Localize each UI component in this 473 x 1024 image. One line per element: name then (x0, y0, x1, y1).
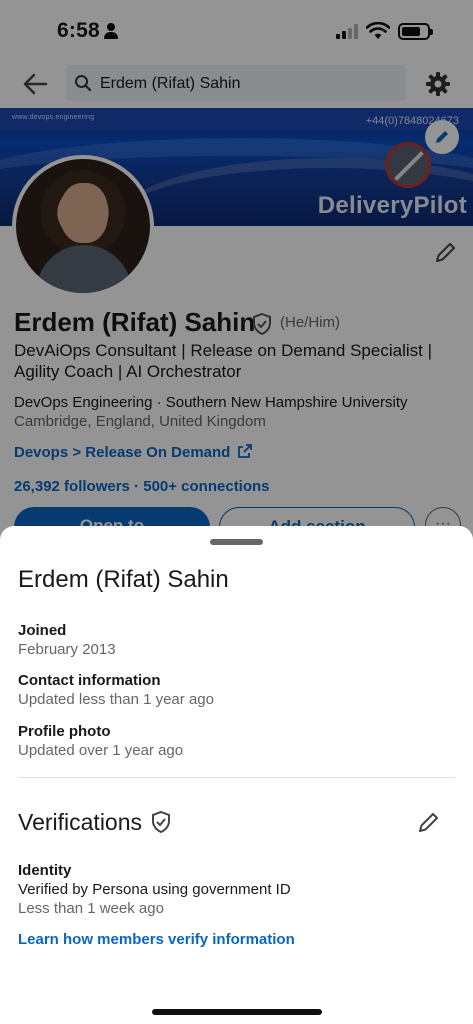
identity-value: Verified by Persona using government ID (18, 881, 291, 898)
identity-label: Identity (18, 862, 72, 879)
about-this-profile-sheet: Erdem (Rifat) Sahin Joined February 2013… (0, 526, 473, 1024)
contact-info-value: Updated less than 1 year ago (18, 691, 214, 708)
verifications-title: Verifications (18, 809, 143, 835)
joined-label: Joined (18, 622, 67, 639)
pencil-icon[interactable] (417, 810, 441, 834)
shield-check-icon (152, 810, 170, 834)
sheet-title: Erdem (Rifat) Sahin (18, 566, 229, 593)
contact-info-label: Contact information (18, 672, 161, 689)
divider (18, 777, 455, 778)
profile-photo-value: Updated over 1 year ago (18, 742, 184, 759)
profile-photo-label: Profile photo (18, 723, 111, 740)
home-indicator[interactable] (152, 1009, 322, 1015)
sheet-grabber[interactable] (210, 539, 263, 545)
identity-time: Less than 1 week ago (18, 900, 164, 917)
learn-verify-link[interactable]: Learn how members verify information (18, 931, 295, 948)
joined-value: February 2013 (18, 641, 116, 658)
